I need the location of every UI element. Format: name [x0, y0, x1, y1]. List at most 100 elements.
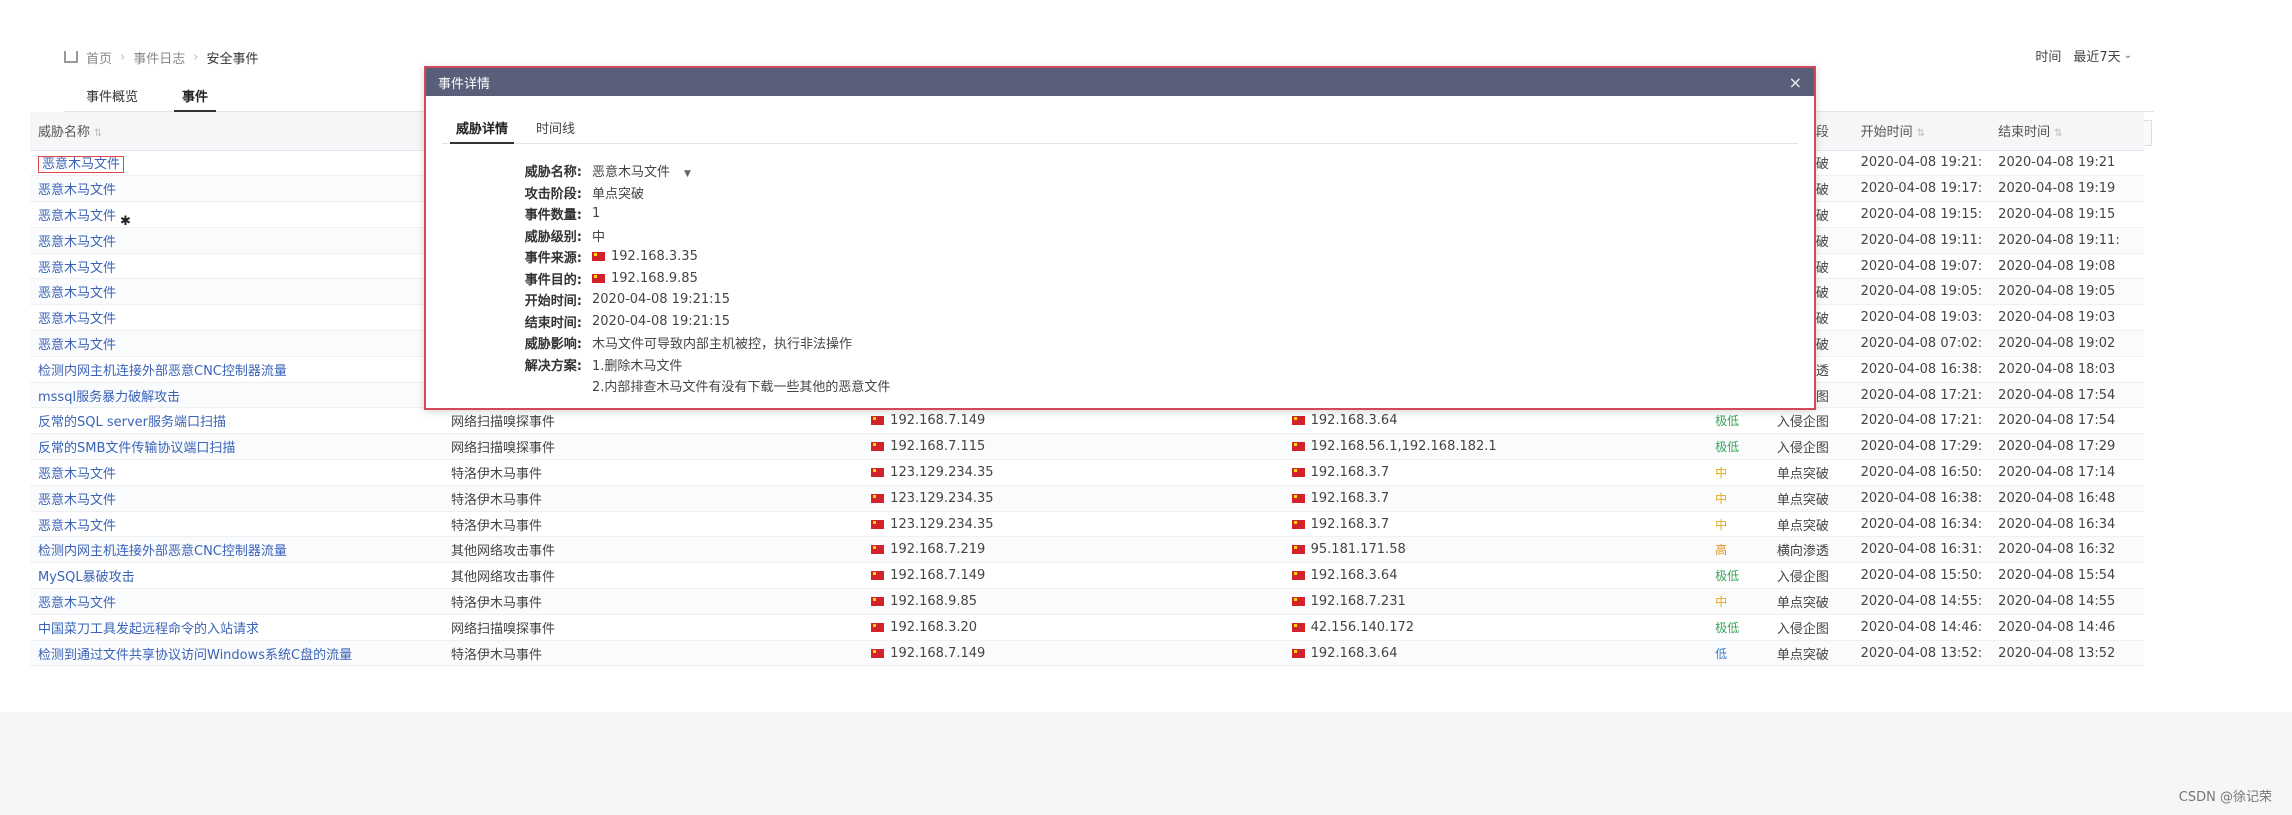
detail-row: 2.内部排查木马文件有没有下载一些其他的恶意文件	[512, 375, 890, 397]
stage-cell: 单点突破	[1768, 485, 1853, 512]
source-cell: 192.168.9.85	[863, 588, 1284, 615]
threat-name-link[interactable]: 恶意木马文件	[30, 330, 443, 357]
threat-name-link[interactable]: 检测内网主机连接外部恶意CNC控制器流量	[30, 356, 443, 383]
table-row[interactable]: 恶意木马文件 特洛伊木马事件 123.129.234.35 192.168.3.7 中单…	[30, 511, 2144, 538]
threat-name-link[interactable]: 恶意木马文件	[30, 175, 443, 203]
source-cell: 192.168.7.149	[863, 640, 1284, 667]
detail-row: 威胁名称: 恶意木马文件 ▼	[512, 160, 890, 182]
threat-name-link[interactable]: 恶意木马文件	[30, 511, 443, 538]
threat-name-link[interactable]: 反常的SQL server服务端口扫描	[30, 407, 443, 435]
tab-threat-detail[interactable]: 威胁详情	[442, 114, 522, 144]
source-cell: 192.168.7.149	[863, 562, 1284, 590]
table-row[interactable]: 检测内网主机连接外部恶意CNC控制器流量 其他网络攻击事件 192.168.7.21…	[30, 536, 2144, 564]
detail-label: 解决方案:	[524, 358, 582, 374]
col-threat-name[interactable]: 威胁名称 ⇅	[30, 112, 443, 151]
start-time-cell: 2020-04-08 19:21:	[1852, 150, 1991, 177]
detail-label: 开始时间:	[524, 294, 582, 310]
threat-name-link[interactable]: 检测内网主机连接外部恶意CNC控制器流量	[30, 536, 443, 564]
stage-cell: 入侵企图	[1768, 433, 1853, 461]
sort-icon: ⇅	[1916, 128, 1926, 140]
table-row[interactable]: MySQL暴破攻击 其他网络攻击事件 192.168.7.149 192.168.3.…	[30, 562, 2144, 590]
watermark: CSDN @徐记荣	[2178, 790, 2272, 805]
category-cell: 特洛伊木马事件	[442, 485, 864, 512]
bottom-bar	[0, 712, 2292, 815]
stage-cell: 入侵企图	[1768, 562, 1853, 590]
category-cell: 其他网络攻击事件	[442, 562, 864, 590]
breadcrumb-event-log[interactable]: 事件日志	[133, 48, 185, 67]
detail-value: 192.168.9.85	[592, 271, 698, 286]
tab-events[interactable]: 事件	[160, 80, 230, 112]
table-row[interactable]: 反常的SQL server服务端口扫描 网络扫描嗅探事件 192.168.7.149…	[30, 407, 2144, 435]
home-icon[interactable]	[64, 51, 78, 63]
threat-name-link[interactable]: 恶意木马文件	[30, 485, 443, 512]
table-row[interactable]: 检测到通过文件共享协议访问Windows系统C盘的流量 特洛伊木马事件 192.16…	[30, 640, 2144, 667]
tab-event-overview[interactable]: 事件概览	[64, 80, 160, 111]
sort-icon: ⇅	[2054, 128, 2063, 140]
table-row[interactable]: 中国菜刀工具发起远程命令的入站请求 网络扫描嗅探事件 192.168.3.20 42.…	[30, 614, 2144, 641]
china-flag-icon	[871, 442, 885, 452]
threat-name-link[interactable]: 恶意木马文件	[30, 253, 443, 280]
start-time-cell: 2020-04-08 19:07:	[1852, 253, 1991, 280]
col-start-time[interactable]: 开始时间 ⇅	[1852, 112, 1991, 151]
end-time-cell: 2020-04-08 14:46	[1990, 614, 2144, 641]
col-end-time[interactable]: 结束时间 ⇅	[1990, 112, 2144, 151]
detail-row: 事件来源: 192.168.3.35	[512, 246, 890, 268]
level-cell: 极低	[1705, 407, 1769, 435]
start-time-cell: 2020-04-08 14:46:	[1852, 614, 1991, 641]
china-flag-icon	[871, 596, 885, 606]
tab-timeline[interactable]: 时间线	[522, 114, 589, 143]
end-time-cell: 2020-04-08 19:05	[1990, 278, 2144, 306]
level-cell: 低	[1705, 640, 1769, 667]
threat-name-link[interactable]: 恶意木马文件	[30, 459, 443, 486]
threat-name-link[interactable]: 恶意木马文件	[30, 227, 443, 254]
close-icon[interactable]: ×	[1789, 73, 1802, 92]
category-cell: 特洛伊木马事件	[442, 511, 864, 538]
detail-label: 威胁名称:	[524, 165, 582, 181]
time-range-select[interactable]: 最近7天 ⌄	[2073, 46, 2132, 65]
threat-name-link[interactable]: MySQL暴破攻击	[30, 562, 443, 590]
start-time-cell: 2020-04-08 17:29:	[1852, 433, 1991, 461]
table-row[interactable]: 恶意木马文件 特洛伊木马事件 123.129.234.35 192.168.3.7 中单…	[30, 485, 2144, 512]
china-flag-icon	[871, 545, 885, 555]
china-flag-icon	[1291, 519, 1305, 529]
caret-down-icon[interactable]: ▼	[684, 169, 691, 179]
destination-cell: 192.168.3.7	[1283, 459, 1706, 486]
start-time-cell: 2020-04-08 16:34:	[1852, 511, 1991, 538]
threat-name-link[interactable]: 恶意木马文件	[30, 588, 443, 615]
detail-row: 威胁影响: 木马文件可导致内部主机被控，执行非法操作	[512, 332, 890, 354]
breadcrumb: 首页 › 事件日志 › 安全事件	[64, 46, 258, 68]
detail-value: 恶意木马文件 ▼	[592, 165, 691, 181]
detail-value: 1.删除木马文件	[592, 358, 683, 374]
threat-name-link[interactable]: 检测到通过文件共享协议访问Windows系统C盘的流量	[30, 640, 443, 667]
breadcrumb-home[interactable]: 首页	[86, 48, 112, 67]
china-flag-icon	[871, 571, 885, 581]
table-row[interactable]: 反常的SMB文件传输协议端口扫描 网络扫描嗅探事件 192.168.7.115 192…	[30, 433, 2144, 461]
start-time-cell: 2020-04-08 07:02:	[1852, 330, 1991, 357]
threat-name-link[interactable]: 中国菜刀工具发起远程命令的入站请求	[30, 614, 443, 641]
destination-cell: 42.156.140.172	[1283, 614, 1706, 641]
sort-icon: ⇅	[94, 128, 103, 140]
detail-value: 2020-04-08 19:21:15	[592, 313, 731, 329]
table-row[interactable]: 恶意木马文件 特洛伊木马事件 192.168.9.85 192.168.7.231 中单…	[30, 588, 2144, 615]
threat-name-link[interactable]: 恶意木马文件	[30, 150, 443, 177]
start-time-cell: 2020-04-08 17:21:	[1852, 407, 1991, 435]
end-time-cell: 2020-04-08 16:32	[1990, 536, 2144, 564]
threat-name-link[interactable]: 恶意木马文件	[30, 278, 443, 306]
stage-cell: 入侵企图	[1768, 614, 1853, 641]
destination-cell: 192.168.3.64	[1283, 640, 1706, 667]
end-time-cell: 2020-04-08 19:02	[1990, 330, 2144, 357]
source-cell: 123.129.234.35	[863, 511, 1284, 538]
level-cell: 高	[1705, 536, 1769, 564]
china-flag-icon	[592, 252, 605, 262]
threat-name-link[interactable]: mssql服务暴力破解攻击	[30, 382, 443, 409]
end-time-cell: 2020-04-08 18:03	[1990, 356, 2144, 383]
table-row[interactable]: 恶意木马文件 特洛伊木马事件 123.129.234.35 192.168.3.7 中单…	[30, 459, 2144, 486]
end-time-cell: 2020-04-08 19:21	[1990, 150, 2144, 177]
threat-name-link[interactable]: 反常的SMB文件传输协议端口扫描	[30, 433, 443, 461]
threat-name-link[interactable]: 恶意木马文件	[30, 201, 443, 228]
category-cell: 特洛伊木马事件	[442, 640, 864, 667]
threat-name-link[interactable]: 恶意木马文件	[30, 304, 443, 332]
destination-cell: 95.181.171.58	[1283, 536, 1706, 564]
detail-value: 单点突破	[592, 186, 645, 202]
end-time-cell: 2020-04-08 17:54	[1990, 382, 2144, 409]
